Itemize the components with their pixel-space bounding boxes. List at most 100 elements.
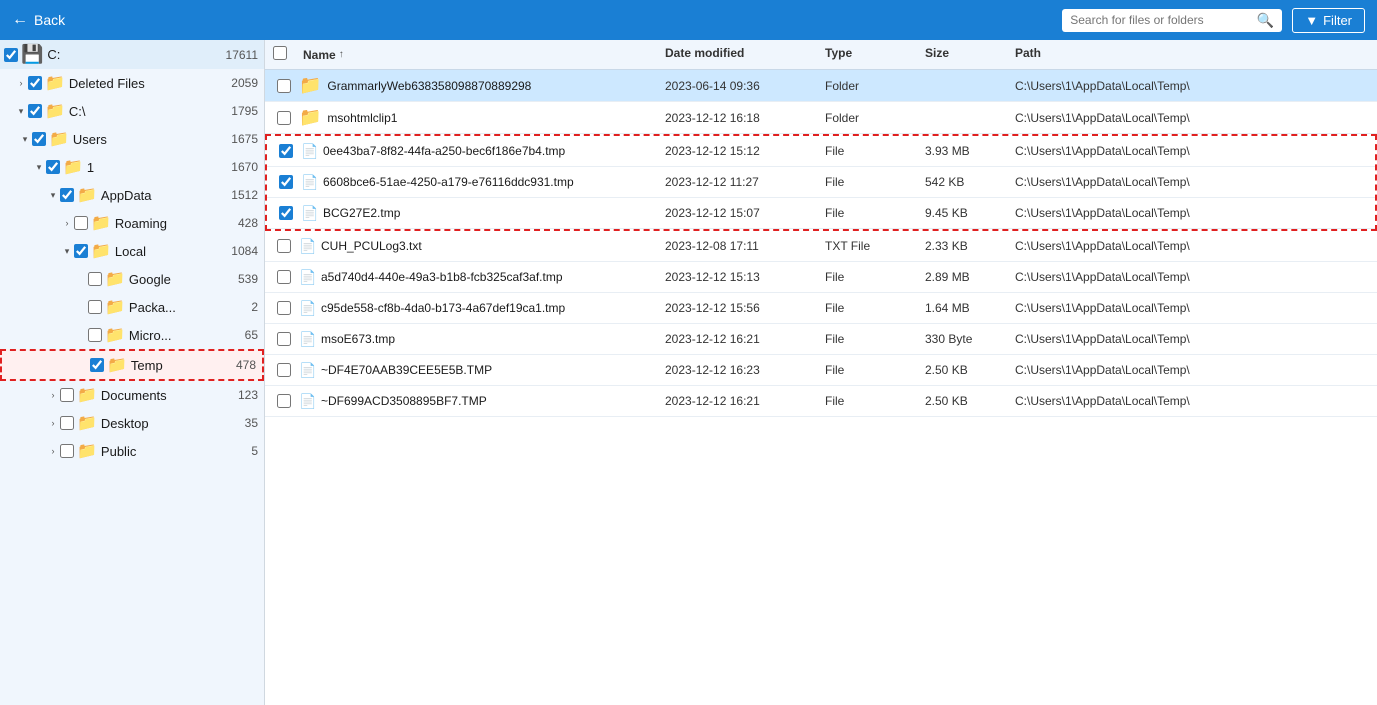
sidebar-label-public: Public (101, 444, 247, 459)
sidebar-item-micro[interactable]: 📁Micro...65 (0, 321, 264, 349)
file-path: C:\Users\1\AppData\Local\Temp\ (1011, 79, 1373, 93)
table-row-row-mso[interactable]: 📁msohtmlclip12023-12-12 16:18FolderC:\Us… (265, 102, 1377, 134)
sidebar-cb-temp[interactable] (90, 358, 104, 372)
back-button[interactable]: Back (12, 11, 65, 29)
expand-arrow[interactable]: ▾ (46, 190, 60, 201)
table-row-row-0ee[interactable]: 📄0ee43ba7-8f82-44fa-a250-bec6f186e7b4.tm… (267, 136, 1375, 167)
row-checkbox[interactable] (277, 111, 291, 125)
sidebar-item-users[interactable]: ▾ 📁 Users 1675 (0, 125, 264, 153)
sidebar-cb-user-1[interactable] (46, 160, 60, 174)
table-row-row-a5d[interactable]: 📄a5d740d4-440e-49a3-b1b8-fcb325caf3af.tm… (265, 262, 1377, 293)
sidebar-item-public[interactable]: ›📁Public5 (0, 437, 264, 465)
file-size: 2.50 KB (921, 394, 1011, 408)
expand-arrow[interactable]: › (14, 78, 28, 88)
table-row-row-df699[interactable]: 📄~DF699ACD3508895BF7.TMP2023-12-12 16:21… (265, 386, 1377, 417)
file-icon: 📄 (299, 391, 315, 411)
expand-arrow[interactable]: ▾ (32, 162, 46, 173)
sidebar-label-users: Users (73, 132, 227, 147)
toolbar: Back 🔍 ▼ Filter (0, 0, 1377, 40)
table-row-row-df4e[interactable]: 📄~DF4E70AAB39CEE5E5B.TMP2023-12-12 16:23… (265, 355, 1377, 386)
sidebar-cb-roaming[interactable] (74, 216, 88, 230)
expand-arrow[interactable]: › (46, 390, 60, 400)
sidebar-cb-local[interactable] (74, 244, 88, 258)
table-row-row-cuh[interactable]: 📄CUH_PCULog3.txt2023-12-08 17:11TXT File… (265, 231, 1377, 262)
table-row-row-grammarly[interactable]: 📁GrammarlyWeb6383580988708892982023-06-1… (265, 70, 1377, 102)
drive-checkbox[interactable] (4, 48, 18, 62)
expand-arrow[interactable]: › (46, 446, 60, 456)
row-checkbox[interactable] (277, 301, 291, 315)
sidebar-label-documents: Documents (101, 388, 234, 403)
search-icon[interactable]: 🔍 (1257, 12, 1274, 29)
sidebar-cb-deleted-files[interactable] (28, 76, 42, 90)
row-checkbox[interactable] (277, 332, 291, 346)
row-checkbox[interactable] (277, 394, 291, 408)
sidebar-cb-users[interactable] (32, 132, 46, 146)
sidebar-item-google[interactable]: 📁Google539 (0, 265, 264, 293)
row-checkbox[interactable] (277, 79, 291, 93)
search-box: 🔍 (1062, 9, 1282, 32)
file-name: ~DF699ACD3508895BF7.TMP (321, 394, 487, 408)
sidebar-item-packa[interactable]: 📁Packa...2 (0, 293, 264, 321)
row-checkbox-cell (271, 144, 301, 158)
sidebar-cb-packa[interactable] (88, 300, 102, 314)
table-row-row-bcg[interactable]: 📄BCG27E2.tmp2023-12-12 15:07File9.45 KBC… (267, 198, 1375, 229)
sidebar-item-drive[interactable]: 💾 C: 17611 (0, 40, 264, 69)
sidebar-cb-desktop[interactable] (60, 416, 74, 430)
sidebar-item-appdata[interactable]: ▾📁AppData1512 (0, 181, 264, 209)
expand-arrow[interactable]: › (46, 418, 60, 428)
file-icon: 📄 (299, 360, 315, 380)
sidebar-count-desktop: 35 (245, 416, 258, 430)
expand-arrow[interactable]: › (60, 218, 74, 228)
col-name[interactable]: Name ↑ (299, 46, 661, 63)
drive-count: 17611 (226, 48, 258, 62)
sidebar-item-local[interactable]: ▾📁Local1084 (0, 237, 264, 265)
sidebar-item-roaming[interactable]: ›📁Roaming428 (0, 209, 264, 237)
table-row-row-c95[interactable]: 📄c95de558-cf8b-4da0-b173-4a67def19ca1.tm… (265, 293, 1377, 324)
sidebar-label-roaming: Roaming (115, 216, 234, 231)
file-type: File (821, 206, 921, 220)
expand-arrow[interactable]: ▾ (14, 106, 28, 117)
file-name-cell: 📄 ~DF699ACD3508895BF7.TMP (299, 391, 661, 411)
row-checkbox[interactable] (277, 270, 291, 284)
expand-arrow[interactable]: ▾ (60, 246, 74, 257)
search-input[interactable] (1070, 13, 1251, 27)
sidebar-item-user-1[interactable]: ▾📁11670 (0, 153, 264, 181)
file-name-cell: 📁GrammarlyWeb638358098870889298 (299, 75, 661, 96)
table-row-row-msoe[interactable]: 📄msoE673.tmp2023-12-12 16:21File330 Byte… (265, 324, 1377, 355)
file-icon: 📄 (301, 203, 317, 223)
table-row-row-6608[interactable]: 📄6608bce6-51ae-4250-a179-e76116ddc931.tm… (267, 167, 1375, 198)
sidebar-item-temp[interactable]: 📁Temp478 (0, 349, 264, 381)
drive-label: C: (47, 47, 221, 62)
file-date: 2023-12-12 15:07 (661, 206, 821, 220)
folder-icon: 📁 (49, 129, 69, 149)
sidebar-cb-appdata[interactable] (60, 188, 74, 202)
row-checkbox[interactable] (277, 239, 291, 253)
expand-arrow[interactable]: ▾ (18, 134, 32, 145)
sidebar-cb-c-root[interactable] (28, 104, 42, 118)
file-icon: 📄 (299, 329, 315, 349)
sidebar-item-desktop[interactable]: ›📁Desktop35 (0, 409, 264, 437)
sidebar-cb-micro[interactable] (88, 328, 102, 342)
sidebar-count-users: 1675 (231, 132, 258, 146)
file-icon: 📄 (299, 298, 315, 318)
file-name-cell: 📁msohtmlclip1 (299, 107, 661, 128)
sidebar-items-container: ›📁Deleted Files2059▾📁C:\1795▾📁Users1675▾… (0, 69, 264, 465)
sidebar-item-documents[interactable]: ›📁Documents123 (0, 381, 264, 409)
folder-icon: 📁 (105, 269, 125, 289)
sidebar-cb-google[interactable] (88, 272, 102, 286)
file-name-cell: 📄msoE673.tmp (299, 329, 661, 349)
col-name-label: Name (303, 48, 336, 62)
sidebar-cb-documents[interactable] (60, 388, 74, 402)
row-checkbox[interactable] (279, 175, 293, 189)
row-checkbox[interactable] (277, 363, 291, 377)
row-checkbox[interactable] (279, 206, 293, 220)
sidebar-item-deleted-files[interactable]: ›📁Deleted Files2059 (0, 69, 264, 97)
filter-button[interactable]: ▼ Filter (1292, 8, 1365, 33)
file-date: 2023-12-12 15:13 (661, 270, 821, 284)
row-checkbox[interactable] (279, 144, 293, 158)
folder-icon: 📁 (107, 355, 127, 375)
select-all-checkbox[interactable] (273, 46, 287, 60)
sidebar-cb-public[interactable] (60, 444, 74, 458)
sidebar-item-c-root[interactable]: ▾📁C:\1795 (0, 97, 264, 125)
file-type: File (821, 175, 921, 189)
